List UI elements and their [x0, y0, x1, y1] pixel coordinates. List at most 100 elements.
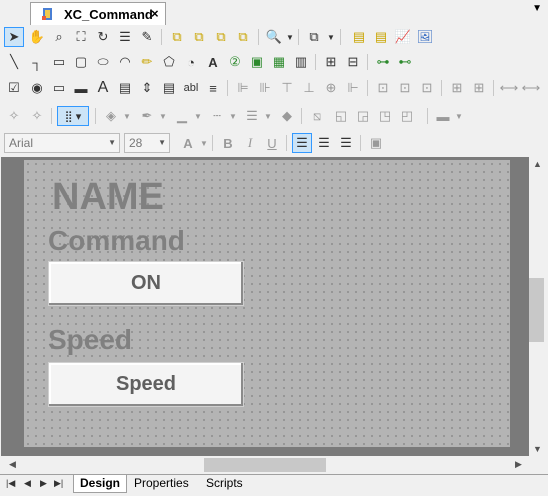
underline-icon[interactable]: U — [262, 133, 282, 153]
move-up-icon[interactable]: ✧ — [4, 106, 24, 126]
group-icon[interactable]: ⧉ — [167, 27, 187, 47]
align-right-icon[interactable]: ⊩ — [343, 78, 363, 98]
symbol-library-icon[interactable]: ▥ — [291, 52, 311, 72]
font-color-dropdown[interactable]: ▼ — [200, 133, 208, 153]
font-name-combo[interactable]: Arial ▼ — [4, 133, 120, 153]
speed-label[interactable]: Speed — [48, 324, 132, 356]
space-horizontal-icon[interactable]: ⟷ — [499, 78, 519, 98]
layers-dropdown[interactable]: ▼ — [327, 27, 335, 47]
grid-toggle-icon[interactable]: ⣿ ▾ — [57, 106, 89, 126]
checkbox-control-icon[interactable]: ☑ — [4, 78, 24, 98]
find-icon[interactable]: 🔍 — [264, 27, 284, 47]
scroll-right-icon[interactable]: ▶ — [515, 459, 522, 470]
find-dropdown[interactable]: ▼ — [286, 27, 294, 47]
numeric-display-icon[interactable]: ② — [225, 52, 245, 72]
screen-image-icon[interactable]: 🖼 — [415, 27, 435, 47]
tab-properties[interactable]: Properties — [128, 475, 195, 493]
align-text-center-icon[interactable]: ☰ — [314, 133, 334, 153]
align-text-right-icon[interactable]: ☰ — [336, 133, 356, 153]
edit-pen-icon[interactable]: ✎ — [137, 27, 157, 47]
next-tab-icon[interactable]: ▶ — [40, 478, 47, 489]
copy-format-icon[interactable]: ⊟ — [343, 52, 363, 72]
tab-scripts[interactable]: Scripts — [200, 475, 249, 493]
screen-canvas[interactable]: NAME Command ON Speed Speed — [24, 160, 510, 447]
line-color-icon[interactable]: ✒ — [137, 106, 157, 126]
rotate-left-icon[interactable]: ◱ — [331, 106, 351, 126]
font-size-combo[interactable]: 28 ▼ — [124, 133, 170, 153]
scroll-left-icon[interactable]: ◀ — [9, 459, 16, 470]
label-control-icon[interactable]: A — [93, 78, 113, 98]
scroll-up-icon[interactable]: ▲ — [533, 159, 542, 169]
space-vertical-icon[interactable]: ⟷ — [521, 78, 541, 98]
tag-list-icon[interactable]: ☰ — [115, 27, 135, 47]
flip-icon[interactable]: ⧅ — [307, 106, 327, 126]
same-size-icon[interactable]: ⊡ — [373, 78, 393, 98]
fill-color-icon[interactable]: ◈ — [101, 106, 121, 126]
align-grid-icon[interactable]: ⊞ — [321, 52, 341, 72]
text-options-icon[interactable]: ▣ — [366, 133, 386, 153]
ungroup-icon[interactable]: ⧉ — [189, 27, 209, 47]
rectangle-tool-icon[interactable]: ▭ — [49, 52, 69, 72]
prev-tab-icon[interactable]: ◀ — [24, 478, 31, 489]
rounded-rect-tool-icon[interactable]: ▢ — [71, 52, 91, 72]
properties-window-icon[interactable]: ▤ — [371, 27, 391, 47]
object-style-dropdown[interactable]: ▼ — [455, 106, 463, 126]
first-tab-icon[interactable]: |◀ — [6, 478, 15, 489]
trend-chart-icon[interactable]: 📈 — [393, 27, 413, 47]
mirror-h-icon[interactable]: ◳ — [375, 106, 395, 126]
polygon-tool-icon[interactable]: ⬠ — [159, 52, 179, 72]
last-tab-icon[interactable]: ▶| — [54, 478, 63, 489]
radio-control-icon[interactable]: ◉ — [27, 78, 47, 98]
align-text-left-icon[interactable]: ☰ — [292, 133, 312, 153]
font-color-icon[interactable]: A — [178, 133, 198, 153]
listbox-control-icon[interactable]: ▤ — [115, 78, 135, 98]
document-tab[interactable]: XC_Command × — [30, 2, 166, 25]
button-control-icon[interactable]: ▭ — [49, 78, 69, 98]
slider-control-icon[interactable]: ▬ — [71, 78, 91, 98]
align-middle-icon[interactable]: ⊕ — [321, 78, 341, 98]
text-color-icon[interactable]: ▁ — [172, 106, 192, 126]
align-center-icon[interactable]: ⊪ — [255, 78, 275, 98]
window-icon[interactable]: ▤ — [349, 27, 369, 47]
layers-icon[interactable]: ⧉ — [304, 27, 324, 47]
pan-hand-icon[interactable]: ✋ — [27, 27, 47, 47]
ellipse-tool-icon[interactable]: ⬭ — [93, 52, 113, 72]
line-width-dropdown[interactable]: ▼ — [264, 106, 272, 126]
bold-icon[interactable]: B — [218, 133, 238, 153]
center-horizontal-icon[interactable]: ⊞ — [447, 78, 467, 98]
rotate-right-icon[interactable]: ◲ — [353, 106, 373, 126]
combobox-control-icon[interactable]: ▤ — [159, 78, 179, 98]
tab-design[interactable]: Design — [73, 475, 128, 493]
same-width-icon[interactable]: ⊡ — [395, 78, 415, 98]
name-label[interactable]: NAME — [52, 176, 164, 219]
refresh-icon[interactable]: ↻ — [93, 27, 113, 47]
line-tool-icon[interactable]: ╲ — [4, 52, 24, 72]
fill-style-icon[interactable]: ◆ — [277, 106, 297, 126]
close-tab-button[interactable]: × — [151, 6, 159, 21]
pencil-tool-icon[interactable]: ✏ — [137, 52, 157, 72]
line-style-dropdown[interactable]: ▼ — [229, 106, 237, 126]
connect-icon[interactable]: ⊶ — [373, 52, 393, 72]
align-bottom-icon[interactable]: ⊥ — [299, 78, 319, 98]
center-vertical-icon[interactable]: ⊞ — [469, 78, 489, 98]
scroll-control-icon[interactable]: ≡ — [203, 78, 223, 98]
same-height-icon[interactable]: ⊡ — [417, 78, 437, 98]
speed-button[interactable]: Speed — [48, 362, 244, 407]
spin-control-icon[interactable]: ⇕ — [137, 78, 157, 98]
textbox-control-icon[interactable]: abl — [181, 78, 201, 98]
move-down-icon[interactable]: ✧ — [27, 106, 47, 126]
italic-icon[interactable]: I — [240, 133, 260, 153]
command-label[interactable]: Command — [48, 225, 185, 257]
bitmap-icon[interactable]: ▦ — [269, 52, 289, 72]
mirror-v-icon[interactable]: ◰ — [397, 106, 417, 126]
fill-tool-icon[interactable]: ◔ — [181, 52, 201, 72]
select-pointer-icon[interactable]: ➤ — [4, 27, 24, 47]
bring-front-icon[interactable]: ⧉ — [211, 27, 231, 47]
object-style-icon[interactable]: ▬ — [433, 106, 453, 126]
tab-list-dropdown[interactable]: ▼ — [532, 3, 542, 14]
line-style-icon[interactable]: ┄ — [207, 106, 227, 126]
align-left-icon[interactable]: ⊫ — [233, 78, 253, 98]
vertical-scroll-thumb[interactable] — [529, 278, 544, 342]
send-back-icon[interactable]: ⧉ — [233, 27, 253, 47]
disconnect-icon[interactable]: ⊷ — [395, 52, 415, 72]
